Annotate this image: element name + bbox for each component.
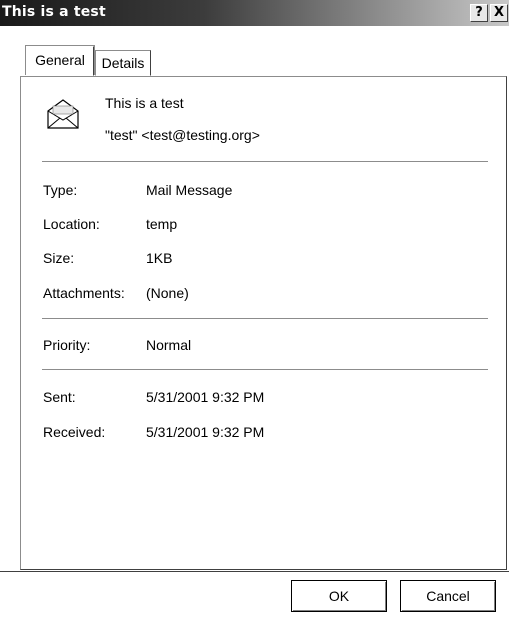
message-subject: This is a test [105,95,184,111]
divider [42,161,488,163]
tab-general-label: General [35,52,85,68]
ok-button[interactable]: OK [291,580,387,612]
received-label: Received: [43,424,106,440]
sent-label: Sent: [43,389,76,405]
divider [42,369,488,371]
title-bar[interactable]: This is a test ? X [0,0,509,26]
footer-divider [0,571,509,572]
close-button[interactable]: X [490,4,508,22]
help-button[interactable]: ? [470,4,488,22]
location-label: Location: [43,216,100,232]
general-tab-panel [20,76,507,570]
type-label: Type: [43,182,78,198]
message-sender: "test" <test@testing.org> [105,127,260,143]
cancel-button[interactable]: Cancel [400,580,496,612]
size-label: Size: [43,250,75,266]
priority-label: Priority: [43,337,91,353]
sent-value: 5/31/2001 9:32 PM [146,389,265,405]
type-value: Mail Message [146,182,233,198]
received-value: 5/31/2001 9:32 PM [146,424,265,440]
envelope-icon [47,99,79,129]
priority-value: Normal [146,337,192,353]
tab-general[interactable]: General [25,45,95,76]
divider [42,318,488,320]
window-title: This is a test [2,4,106,20]
location-value: temp [146,216,178,232]
tab-details[interactable]: Details [95,50,151,76]
properties-dialog: This is a test ? X General Details This … [0,0,509,621]
attachments-label: Attachments: [43,285,125,301]
attachments-value: (None) [146,285,189,301]
tab-details-label: Details [101,55,145,71]
size-value: 1KB [146,250,173,266]
